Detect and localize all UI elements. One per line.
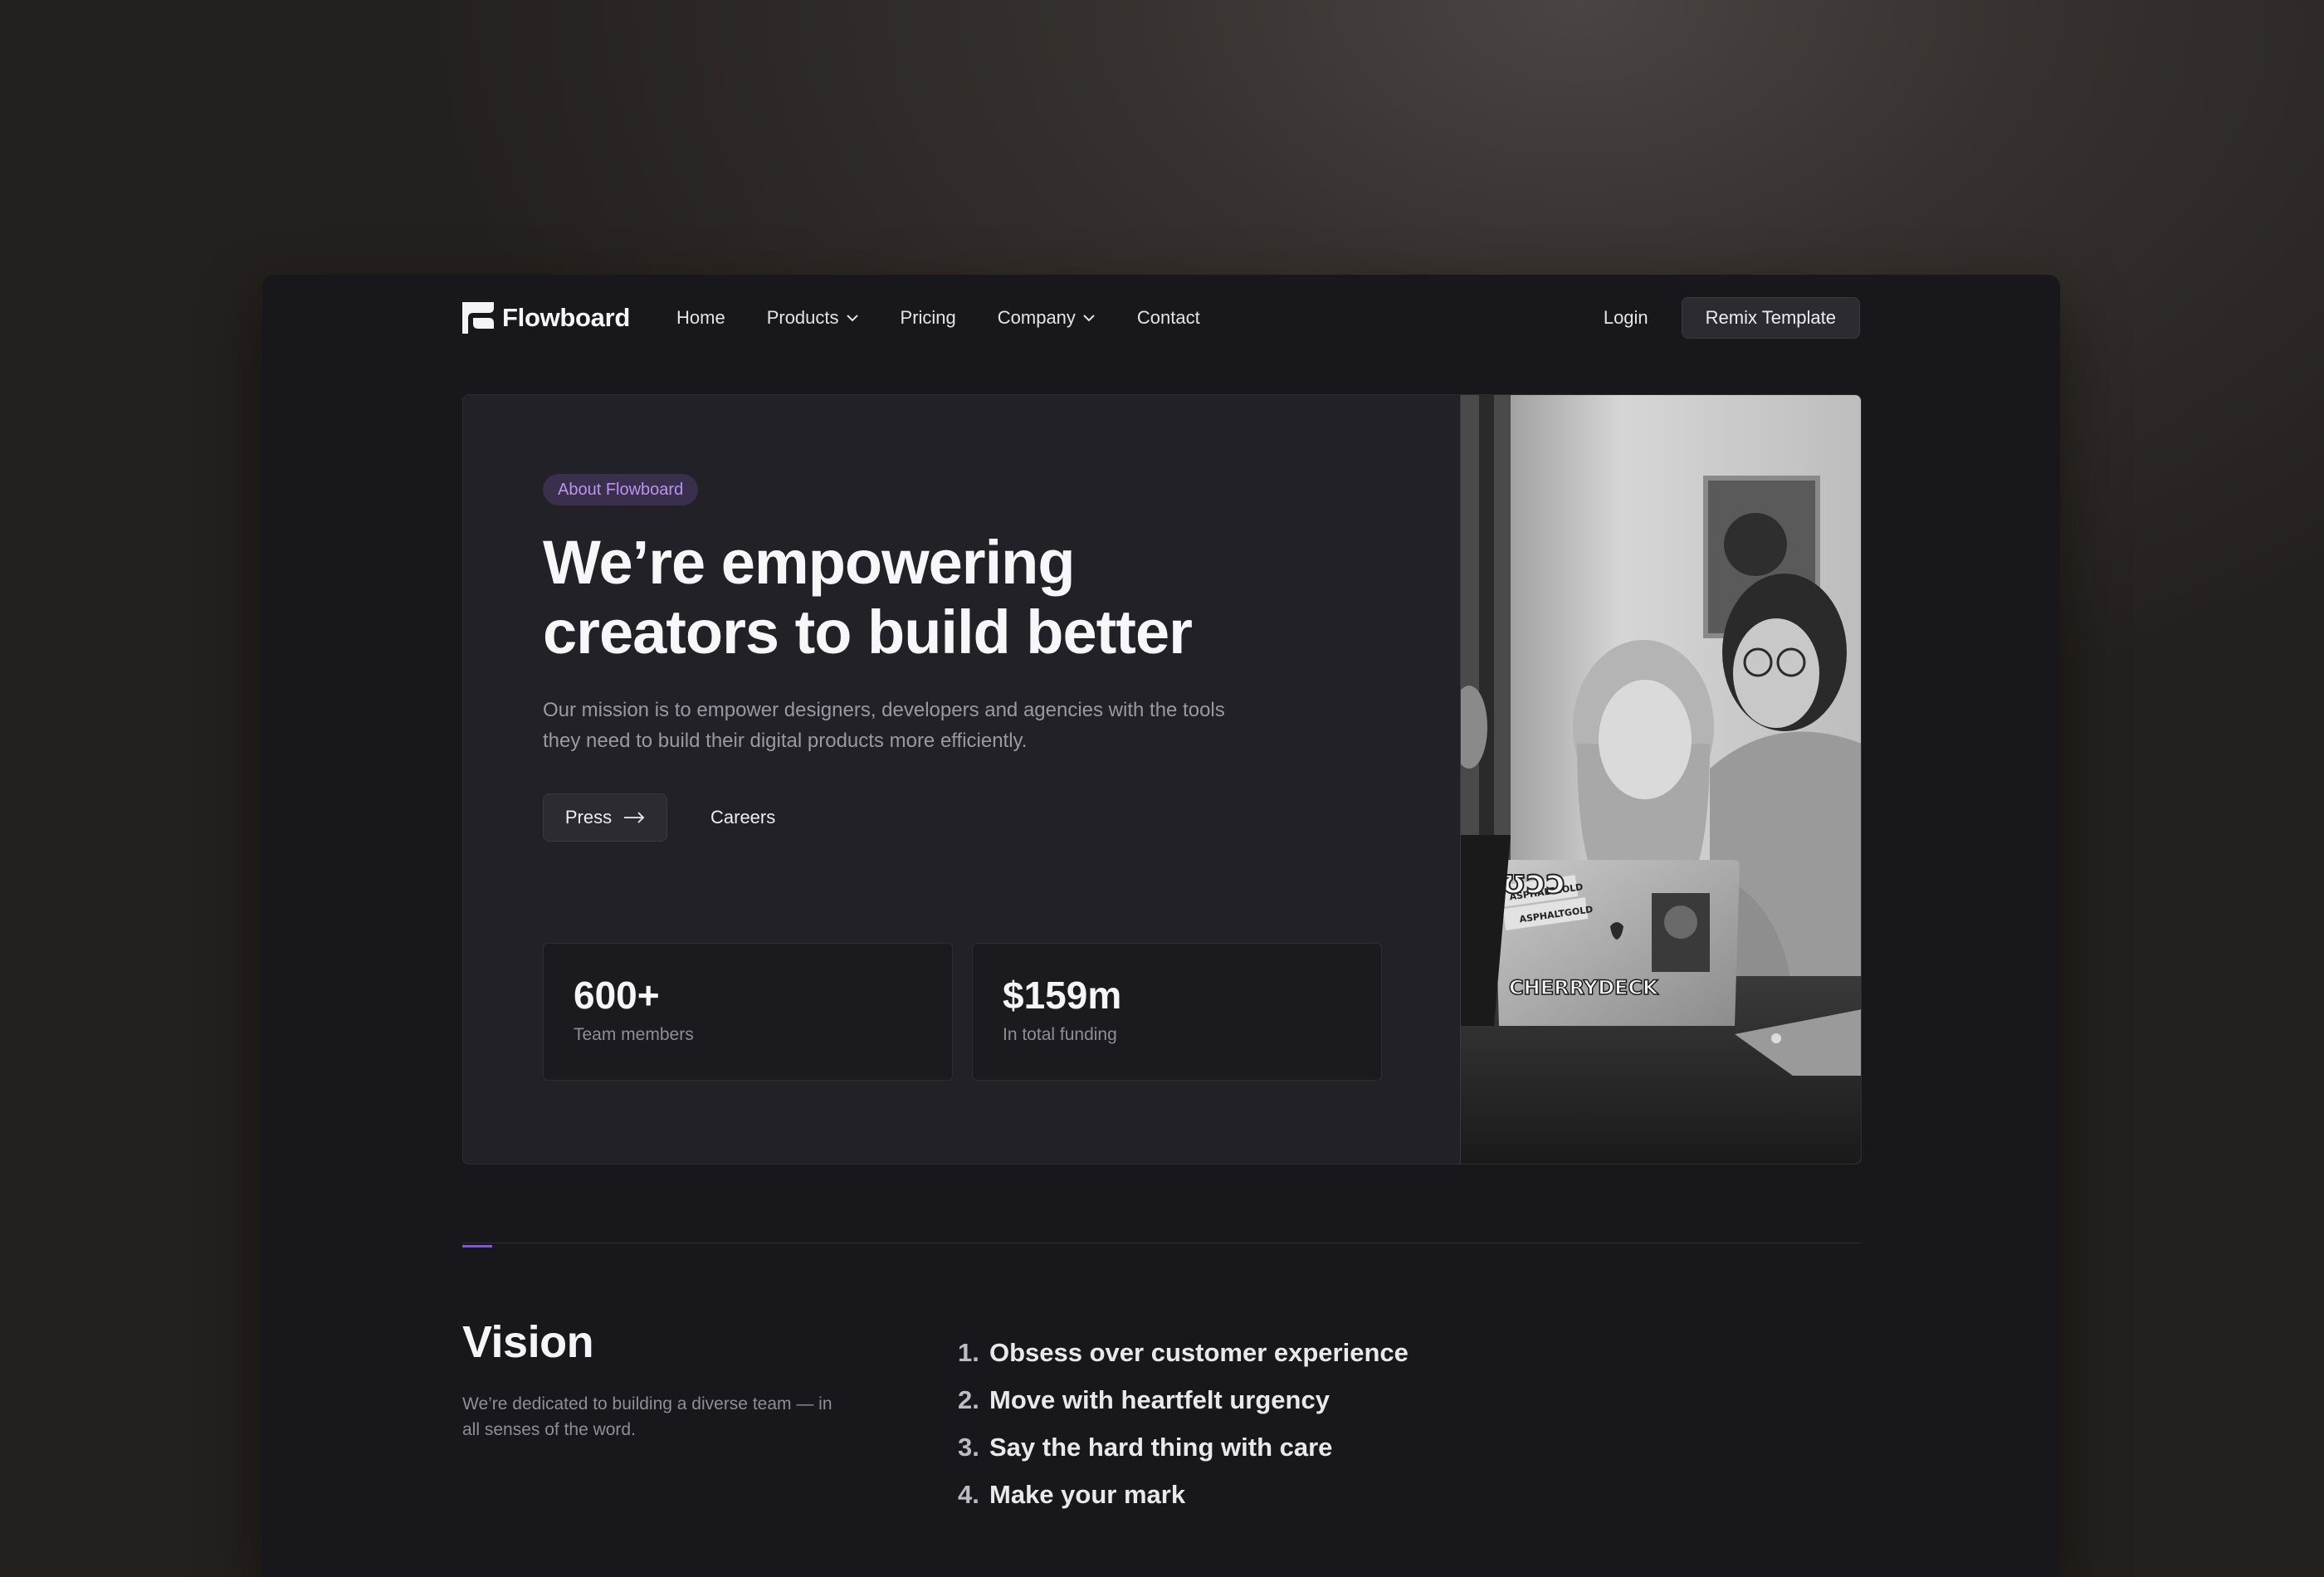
nav-link-label: Products [766, 307, 839, 328]
vision-title: Vision [462, 1317, 594, 1367]
chevron-down-icon [1083, 315, 1095, 322]
values-list: 1. Obsess over customer experience 2. Move… [958, 1329, 1409, 1518]
list-item-text: Obsess over customer experience [989, 1338, 1409, 1367]
remix-template-button[interactable]: Remix Template [1681, 297, 1860, 339]
laptop-sticker-large: ʊɔɔ [1501, 863, 1565, 901]
headline-line-1: We’re empowering [543, 528, 1076, 597]
nav-link-home[interactable]: Home [676, 307, 725, 329]
list-item-number: 3. [958, 1433, 979, 1462]
top-navigation: Flowboard Home Products Pricing Company … [462, 297, 1860, 339]
nav-link-contact[interactable]: Contact [1137, 307, 1200, 329]
list-item-text: Say the hard thing with care [989, 1433, 1333, 1462]
nav-link-company[interactable]: Company [998, 307, 1096, 329]
login-link[interactable]: Login [1604, 307, 1648, 329]
nav-link-label: Contact [1136, 307, 1200, 328]
nav-links: Home Products Pricing Company Contact [676, 297, 1242, 339]
flowboard-logo-icon [462, 302, 494, 334]
about-badge: About Flowboard [543, 474, 699, 505]
press-button[interactable]: Press [543, 793, 667, 842]
stat-card-funding: $159m In total funding [972, 943, 1382, 1081]
arrow-right-icon [624, 812, 645, 823]
nav-actions: Login Remix Template [1604, 297, 1860, 339]
list-item: 2. Move with heartfelt urgency [958, 1376, 1409, 1423]
hero-subtext: Our mission is to empower designers, dev… [543, 699, 1225, 752]
brand-name: Flowboard [502, 303, 631, 332]
stat-value: $159m [1003, 974, 1122, 1017]
list-item-number: 2. [958, 1385, 979, 1414]
stat-label: In total funding [1003, 1025, 1117, 1044]
list-item-text: Move with heartfelt urgency [989, 1385, 1330, 1414]
stat-value: 600+ [574, 974, 660, 1017]
careers-link[interactable]: Careers [710, 793, 775, 842]
section-divider-accent [462, 1245, 492, 1247]
vision-description: We’re dedicated to building a diverse te… [462, 1394, 832, 1439]
press-button-label: Press [564, 807, 613, 828]
nav-link-products[interactable]: Products [767, 307, 859, 329]
stat-label: Team members [574, 1025, 694, 1044]
nav-link-pricing[interactable]: Pricing [901, 307, 956, 329]
list-item-number: 1. [958, 1338, 979, 1367]
chevron-down-icon [846, 315, 858, 322]
hero-card: About Flowboard We’re empowering creator… [462, 394, 1862, 1164]
brand-logo[interactable]: Flowboard [462, 297, 630, 339]
nav-link-label: Pricing [900, 307, 956, 328]
team-photo-illustration: ASPHALTGOLD ASPHALTGOLD ʊɔɔ CHERRYDECK [1451, 395, 1861, 1164]
team-photo: ASPHALTGOLD ASPHALTGOLD ʊɔɔ CHERRYDECK [1451, 395, 1861, 1164]
list-item-number: 4. [958, 1480, 979, 1509]
nav-link-label: Home [676, 307, 725, 328]
list-item-text: Make your mark [989, 1480, 1186, 1509]
list-item: 3. Say the hard thing with care [958, 1423, 1409, 1471]
headline-line-2: creators to build better [543, 598, 1193, 666]
nav-link-label: Company [997, 307, 1076, 328]
stat-card-team: 600+ Team members [543, 943, 953, 1081]
browser-window: Flowboard Home Products Pricing Company … [262, 275, 2060, 1577]
list-item: 1. Obsess over customer experience [958, 1329, 1409, 1376]
list-item: 4. Make your mark [958, 1471, 1409, 1518]
laptop-sticker-brand: CHERRYDECK [1509, 976, 1659, 999]
hero-headline: We’re empowering creators to build bette… [543, 528, 1290, 667]
